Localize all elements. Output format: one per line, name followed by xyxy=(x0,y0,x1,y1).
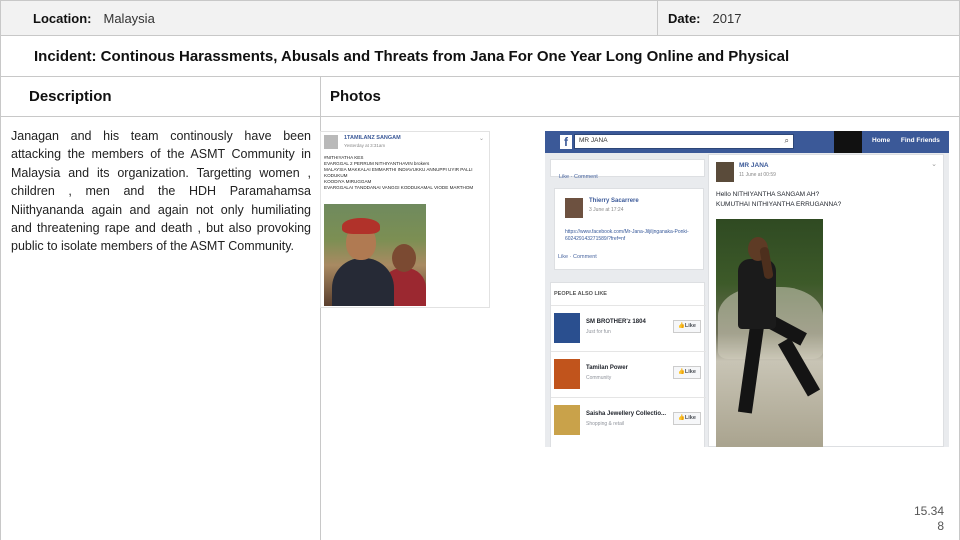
post-line: MALAYSIA MAKKALAI EMMARTHI INDIAVUKKU AN… xyxy=(324,167,473,172)
facebook-top-bar: f MR JANA ⌕ Home Find Friends xyxy=(545,131,949,153)
page-thumbnail xyxy=(554,359,580,389)
location-label: Location: xyxy=(33,10,92,26)
facebook-nav: Home Find Friends xyxy=(872,137,949,144)
comment-time: 3 June at 17:24 xyxy=(589,207,624,213)
post-text: Hello NITHIYANTHA SANGAM AH? KUMUTHAI NI… xyxy=(716,190,936,210)
post-line: EVARGGALAI TANDDANAI VANGGI KODDUKAMAL V… xyxy=(324,185,474,190)
avatar xyxy=(716,162,734,182)
page-category: Shopping & retail xyxy=(586,421,625,427)
page-thumbnail xyxy=(554,313,580,343)
post-header: 1TAMILANZ SANGAM Yesterday at 3:31am ⌄ xyxy=(324,135,484,153)
search-text: MR JANA xyxy=(579,137,608,144)
description-cell: Janagan and his team continously have be… xyxy=(0,117,321,540)
facebook-post: MR JANA 11 June at 00:59 ⌄ Hello NITHIYA… xyxy=(708,154,944,447)
facebook-screenshot: f MR JANA ⌕ Home Find Friends Like · Com… xyxy=(545,131,949,447)
redaction-block xyxy=(834,131,862,153)
list-item: Saisha Jewellery Collectio... Shopping &… xyxy=(551,397,706,443)
chevron-down-icon: ⌄ xyxy=(478,136,484,142)
location-value: Malaysia xyxy=(103,10,155,26)
list-item: Tamilan Power Community 👍Like xyxy=(551,351,706,397)
people-also-like-title: PEOPLE ALSO LIKE xyxy=(554,291,607,297)
facebook-logo-icon: f xyxy=(560,135,572,149)
page-name: Saisha Jewellery Collectio... xyxy=(586,411,667,417)
page-number-line: 15.34 xyxy=(913,504,944,518)
like-button: 👍Like xyxy=(673,320,701,333)
nav-home: Home xyxy=(872,137,891,144)
post-screenshot: 1TAMILANZ SANGAM Yesterday at 3:31am ⌄ #… xyxy=(320,131,490,308)
post-line: Hello NITHIYANTHA SANGAM AH? xyxy=(716,191,820,198)
incident-title: Incident: Continous Harassments, Abusals… xyxy=(0,36,960,77)
comment-url: https://www.facebook.com/Mr-Jana-Jiljilj… xyxy=(565,229,689,242)
avatar xyxy=(565,198,583,218)
chevron-down-icon: ⌄ xyxy=(931,161,937,168)
photos-heading: Photos xyxy=(320,77,960,117)
facebook-left-column: Like · Comment Thierry Sacarrere 3 June … xyxy=(550,154,706,447)
nav-find-friends: Find Friends xyxy=(900,137,940,144)
page-number-line: 8 xyxy=(937,519,944,533)
like-button: 👍Like xyxy=(673,366,701,379)
page-name: SM BROTHER'z 1804 xyxy=(586,319,646,325)
comment-author: Thierry Sacarrere xyxy=(589,198,639,204)
location-header: Location: Malaysia xyxy=(0,0,658,36)
post-time: 11 June at 00:59 xyxy=(739,172,776,178)
date-label: Date: xyxy=(668,10,701,26)
search-icon: ⌕ xyxy=(784,136,789,145)
post-photo xyxy=(716,219,823,447)
page-category: Community xyxy=(586,375,612,381)
page-thumbnail xyxy=(554,405,580,435)
post-line: KUMUTHAI NITHIYANTHA ERRUGANNA? xyxy=(716,201,842,208)
date-value: 2017 xyxy=(712,10,742,26)
page-number: 15.34 8 xyxy=(884,504,944,534)
like-button: 👍Like xyxy=(673,412,701,425)
post-author: MR JANA xyxy=(739,162,769,169)
avatar xyxy=(324,135,338,149)
page-category: Just for fun xyxy=(586,329,611,335)
like-comment-link: Like · Comment xyxy=(558,254,597,260)
description-heading: Description xyxy=(0,77,321,117)
post-time: Yesterday at 3:31am xyxy=(344,143,386,148)
like-comment-link: Like · Comment xyxy=(559,174,598,180)
post-author: 1TAMILANZ SANGAM xyxy=(344,135,401,141)
list-item: SM BROTHER'z 1804 Just for fun 👍Like xyxy=(551,305,706,351)
date-header: Date: 2017 xyxy=(657,0,960,36)
page-name: Tamilan Power xyxy=(586,365,628,371)
post-body: #NITHIYATHA KES EVARGGAL 2 PERRUM NITHIY… xyxy=(324,155,489,191)
post-photo xyxy=(324,204,426,306)
description-text: Janagan and his team continously have be… xyxy=(11,129,311,254)
search-input: MR JANA ⌕ xyxy=(574,134,794,149)
people-also-like-card: PEOPLE ALSO LIKE SM BROTHER'z 1804 Just … xyxy=(550,282,706,447)
like-comment-card: Like · Comment xyxy=(550,159,705,180)
